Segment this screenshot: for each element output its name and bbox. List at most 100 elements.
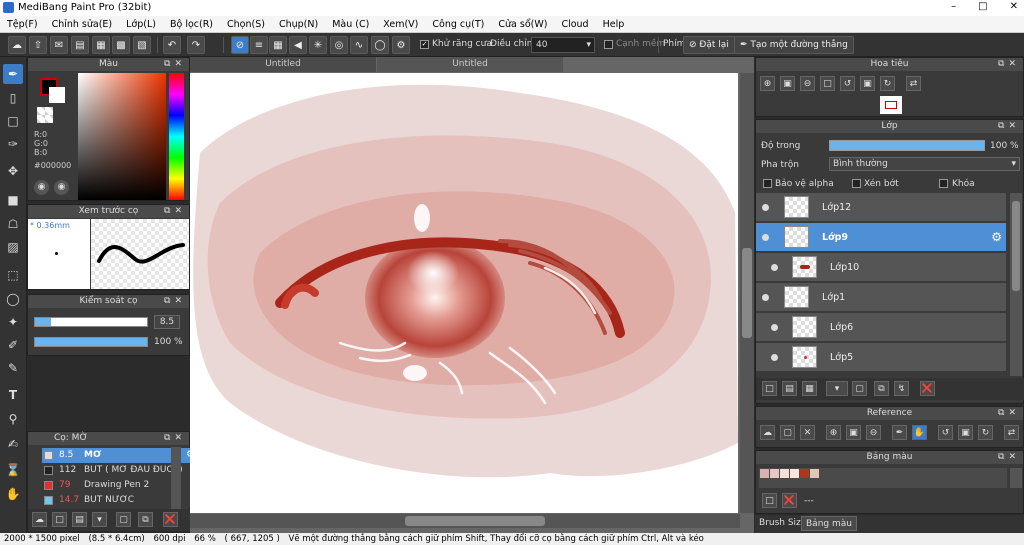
lock-checkbox[interactable] <box>939 179 948 188</box>
text-tool-icon[interactable]: T <box>3 385 23 405</box>
nav-rotate-left-icon[interactable]: ↺ <box>840 76 855 91</box>
delete-layer-icon[interactable]: ❌ <box>920 381 935 396</box>
merge-layer-icon[interactable]: ↯ <box>894 381 909 396</box>
perspective-snap-icon[interactable]: ◀ <box>289 36 307 54</box>
new-layer-icon[interactable]: □ <box>762 381 777 396</box>
ref-rotate-right-icon[interactable]: ↻ <box>978 425 993 440</box>
page-icon[interactable]: ▦ <box>92 36 110 54</box>
antialias-checkbox[interactable]: ✓ <box>420 40 429 49</box>
tab-palette[interactable]: Bảng màu <box>801 516 857 531</box>
palette-add-icon[interactable]: □ <box>762 493 777 508</box>
vertical-scrollbar[interactable] <box>740 73 754 513</box>
nav-flip-icon[interactable]: ⇄ <box>906 76 921 91</box>
brush-options-icon[interactable]: ▾ <box>92 512 107 527</box>
brush-new-icon[interactable]: □ <box>52 512 67 527</box>
layer-row-selected[interactable]: Lớp9 ⚙ <box>756 223 1006 252</box>
concentric-snap-icon[interactable]: ◎ <box>330 36 348 54</box>
ref-eyedropper-icon[interactable]: ✒ <box>892 425 907 440</box>
layer-list-scrollbar[interactable] <box>1010 193 1022 376</box>
undo-icon[interactable]: ↶ <box>163 36 181 54</box>
brush-size-value[interactable]: 8.5 <box>154 315 180 329</box>
ref-close-icon[interactable]: ✕ <box>800 425 815 440</box>
menu-file[interactable]: Tệp(F) <box>0 19 45 30</box>
menu-layer[interactable]: Lớp(L) <box>119 19 163 30</box>
magic-wand-icon[interactable]: ✦ <box>3 312 23 332</box>
straight-line-button[interactable]: ✒ Tạo một đường thẳng <box>734 36 854 54</box>
hand-tool-icon[interactable]: ✋ <box>3 484 23 504</box>
parallel-snap-icon[interactable]: ≡ <box>250 36 268 54</box>
eye-icon[interactable] <box>771 324 778 331</box>
ref-rotate-left-icon[interactable]: ↺ <box>938 425 953 440</box>
radial-snap-icon[interactable]: ✳ <box>309 36 327 54</box>
document-icon[interactable]: ▤ <box>71 36 89 54</box>
pen-tool-icon[interactable]: ✑ <box>3 134 23 154</box>
document-tab-2[interactable]: Untitled <box>377 57 563 72</box>
lasso-tool-icon[interactable]: ◯ <box>3 289 23 309</box>
cloud-icon[interactable]: ☁ <box>8 36 26 54</box>
palette-swatch[interactable] <box>810 469 819 478</box>
share-icon[interactable]: ⇧ <box>29 36 47 54</box>
layer-add-options-icon[interactable]: ▾ <box>826 381 848 396</box>
menu-color[interactable]: Màu (C) <box>325 19 376 30</box>
navigator-thumbnail[interactable] <box>880 96 902 114</box>
brush-size-slider[interactable] <box>34 317 148 327</box>
maximize-icon[interactable]: □ <box>978 1 987 12</box>
palette-swatch[interactable] <box>790 469 799 478</box>
menu-view[interactable]: Xem(V) <box>376 19 425 30</box>
saturation-value-picker[interactable] <box>78 73 166 200</box>
circle-snap-icon[interactable]: ◯ <box>371 36 389 54</box>
horizontal-scrollbar[interactable] <box>190 514 740 528</box>
comment-icon[interactable]: ✉ <box>50 36 68 54</box>
hue-slider[interactable] <box>169 73 184 200</box>
brush-add-icon[interactable]: ☁ <box>32 512 47 527</box>
ref-hand-icon[interactable]: ✋ <box>912 425 927 440</box>
minimize-icon[interactable]: – <box>951 1 956 12</box>
adjust-combo[interactable]: 40 ▾ <box>531 37 595 53</box>
eye-icon[interactable] <box>762 234 769 241</box>
menu-tools[interactable]: Công cụ(T) <box>425 19 491 30</box>
brush-copy-icon[interactable]: ▤ <box>72 512 87 527</box>
select-tool-icon[interactable]: ⬚ <box>3 265 23 285</box>
brush-folder-icon[interactable]: ▢ <box>116 512 131 527</box>
eyedropper-icon[interactable]: ⌛ <box>3 460 23 480</box>
fill-rect-tool-icon[interactable]: ■ <box>3 190 23 210</box>
bucket-tool-icon[interactable]: ☖ <box>3 214 23 234</box>
palette-icon[interactable]: ◉ <box>34 180 49 195</box>
secondary-color-swatch[interactable] <box>49 87 65 103</box>
layer-row[interactable]: Lớp6 <box>756 313 1006 342</box>
eye-icon[interactable] <box>771 264 778 271</box>
menu-snap[interactable]: Chụp(N) <box>272 19 325 30</box>
menu-filter[interactable]: Bộ lọc(R) <box>163 19 220 30</box>
brush-opacity-slider[interactable] <box>34 337 148 347</box>
snap-off-icon[interactable]: ⊘ <box>231 36 249 54</box>
grid-page-icon[interactable]: ▩ <box>112 36 130 54</box>
layer-row[interactable]: Lớp5 <box>756 343 1006 372</box>
blend-mode-select[interactable]: Bình thường ▾ <box>829 157 1020 171</box>
eye-icon[interactable] <box>762 294 769 301</box>
ref-fullscreen-icon[interactable]: ▣ <box>958 425 973 440</box>
brush-list-scrollbar[interactable] <box>171 447 181 509</box>
grid-snap-icon[interactable]: ▦ <box>269 36 287 54</box>
reset-button[interactable]: ⊘ Đặt lại <box>683 36 735 54</box>
nav-actual-size-icon[interactable]: □ <box>820 76 835 91</box>
brush-delete-icon[interactable]: ❌ <box>163 512 178 527</box>
color-wheel-icon[interactable]: ◉ <box>54 180 69 195</box>
close-icon[interactable]: ✕ <box>1010 1 1018 12</box>
drawing-canvas[interactable] <box>190 73 738 513</box>
new-8bit-layer-icon[interactable]: ▦ <box>802 381 817 396</box>
brush-duplicate-icon[interactable]: ⧉ <box>138 512 153 527</box>
menu-edit[interactable]: Chỉnh sửa(E) <box>45 19 120 30</box>
select-eraser-icon[interactable]: ✎ <box>3 358 23 378</box>
eraser-tool-icon[interactable]: ▯ <box>3 88 23 108</box>
nav-fit-icon[interactable]: ▣ <box>780 76 795 91</box>
duplicate-layer-icon[interactable]: ⧉ <box>874 381 889 396</box>
palette-swatch[interactable] <box>800 469 809 478</box>
nav-fullscreen-icon[interactable]: ▣ <box>860 76 875 91</box>
gradient-tool-icon[interactable]: ▨ <box>3 237 23 257</box>
tab-brush-size[interactable]: Brush Size <box>759 518 806 528</box>
ref-cloud-icon[interactable]: ☁ <box>760 425 775 440</box>
menu-help[interactable]: Help <box>596 19 632 30</box>
brush-tool-icon[interactable]: ✒ <box>3 64 23 84</box>
menu-cloud[interactable]: Cloud <box>554 19 595 30</box>
palette-delete-icon[interactable]: ❌ <box>782 493 797 508</box>
